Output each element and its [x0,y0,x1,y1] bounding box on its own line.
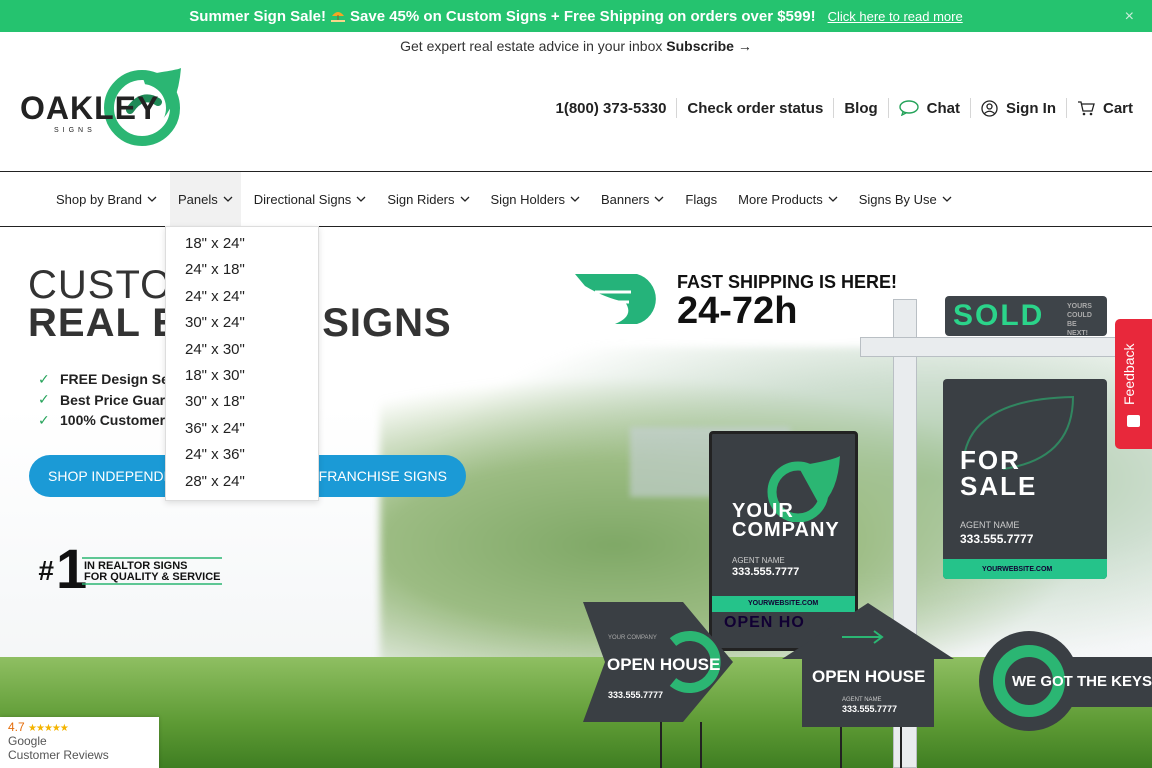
chevron-down-icon [828,196,838,202]
feedback-tab[interactable]: Feedback [1115,319,1152,449]
google-brand: Google [8,734,47,748]
arrow-sign-phone: 333.555.7777 [608,690,664,700]
main-nav: Shop by Brand Panels Directional Signs S… [48,172,965,226]
nav-more-products[interactable]: More Products [730,172,846,226]
checkmark-icon: ✓ [38,391,50,408]
check-order-status-link[interactable]: Check order status [676,98,833,118]
house-sign-agent: AGENT NAME [842,697,882,703]
shipping-time: 24-72h [677,290,798,332]
newsletter-text: Get expert real estate advice in your in… [400,38,663,54]
sign-stake [900,727,902,768]
dropdown-item-30x24[interactable]: 30" x 24" [166,310,318,336]
sign-stake [700,722,702,768]
fast-shipping-wing-icon [575,274,656,324]
dropdown-item-18x24[interactable]: 18" x 24" [166,231,318,257]
sign-stake [840,727,842,768]
svg-text:OAKLEY: OAKLEY [20,90,159,126]
keys-sign-text: WE GOT THE KEYS [1012,673,1152,690]
for-sale-sign: FOR SALE AGENT NAME 333.555.7777 YOURWEB… [943,379,1107,579]
beach-umbrella-icon [330,8,346,25]
chat-icon [898,100,919,116]
svg-text:#: # [38,555,54,586]
feedback-label: Feedback [1121,343,1137,405]
sign-in-link[interactable]: Sign In [969,98,1066,118]
dropdown-item-24x24[interactable]: 24" x 24" [166,284,318,310]
number-one-realtor-badge: # 1 IN REALTOR SIGNS FOR QUALITY & SERVI… [38,537,222,592]
chevron-down-icon [570,196,580,202]
chevron-down-icon [460,196,469,202]
feedback-icon [1127,415,1140,427]
promo-banner: Summer Sign Sale! Save 45% on Custom Sig… [0,0,1152,32]
chevron-down-icon [942,196,952,202]
chevron-down-icon [654,196,664,202]
nav-banners[interactable]: Banners [593,172,672,226]
chat-link[interactable]: Chat [887,98,970,118]
sign-stake [660,722,662,768]
subscribe-link[interactable]: Subscribe → [666,38,752,54]
arrow-sign-company: YOUR COMPANY [608,635,657,641]
checkmark-icon: ✓ [38,370,50,387]
nav-sign-holders[interactable]: Sign Holders [483,172,588,226]
dropdown-item-18x30[interactable]: 18" x 30" [166,363,318,389]
arrow-sign-open-house: OPEN HOUSE [607,655,721,674]
dropdown-item-28x24[interactable]: 28" x 24" [166,469,318,495]
nav-directional-signs[interactable]: Directional Signs [246,172,375,226]
promo-message-start: Summer Sign Sale! [189,7,327,25]
header-utility-links: 1(800) 373-5330 Check order status Blog … [546,96,1152,120]
nav-flags[interactable]: Flags [677,172,725,226]
dropdown-item-36x24[interactable]: 36" x 24" [166,416,318,442]
newsletter-line: Get expert real estate advice in your in… [0,38,1152,54]
chevron-down-icon [356,196,366,202]
dropdown-item-24x36[interactable]: 24" x 36" [166,442,318,468]
dropdown-item-24x30[interactable]: 24" x 30" [166,337,318,363]
chevron-down-icon [147,196,157,202]
house-sign-phone: 333.555.7777 [842,704,898,714]
nav-sign-riders[interactable]: Sign Riders [379,172,477,226]
cart-link[interactable]: Cart [1065,98,1152,118]
dropdown-item-24x18[interactable]: 24" x 18" [166,257,318,283]
phone-link[interactable]: 1(800) 373-5330 [546,98,677,118]
house-sign-open-house: OPEN HOUSE [812,667,926,686]
oakley-signs-logo[interactable]: OAKLEY SIGNS [18,66,188,152]
sign-post-arm [860,337,1152,357]
promo-message-end: Save 45% on Custom Signs + Free Shipping… [350,7,816,25]
promo-read-more-link[interactable]: Click here to read more [828,9,963,24]
nav-shop-by-brand[interactable]: Shop by Brand [48,172,165,226]
close-icon[interactable]: × [1125,8,1134,26]
nav-signs-by-use[interactable]: Signs By Use [851,172,960,226]
google-reviews-badge[interactable]: 4.7 ★★★★★ Google Customer Reviews [0,717,159,768]
checkmark-icon: ✓ [38,411,50,428]
dropdown-item-30x18[interactable]: 30" x 18" [166,389,318,415]
cart-icon [1077,101,1095,116]
star-rating-icon: ★★★★★ [28,723,69,734]
svg-text:SIGNS: SIGNS [54,127,96,134]
chevron-down-icon [223,196,233,202]
google-reviews-label: Customer Reviews [8,748,109,762]
svg-text:FOR QUALITY & SERVICE: FOR QUALITY & SERVICE [84,571,221,583]
blog-link[interactable]: Blog [833,98,887,118]
user-icon [981,99,998,117]
panels-dropdown-menu: 18" x 24" 24" x 18" 24" x 24" 30" x 24" … [165,226,319,501]
nav-panels[interactable]: Panels [170,172,241,226]
google-rating: 4.7 [8,720,25,734]
sold-rider-sign: SOLD YOURS COULD BE NEXT! [945,296,1107,337]
